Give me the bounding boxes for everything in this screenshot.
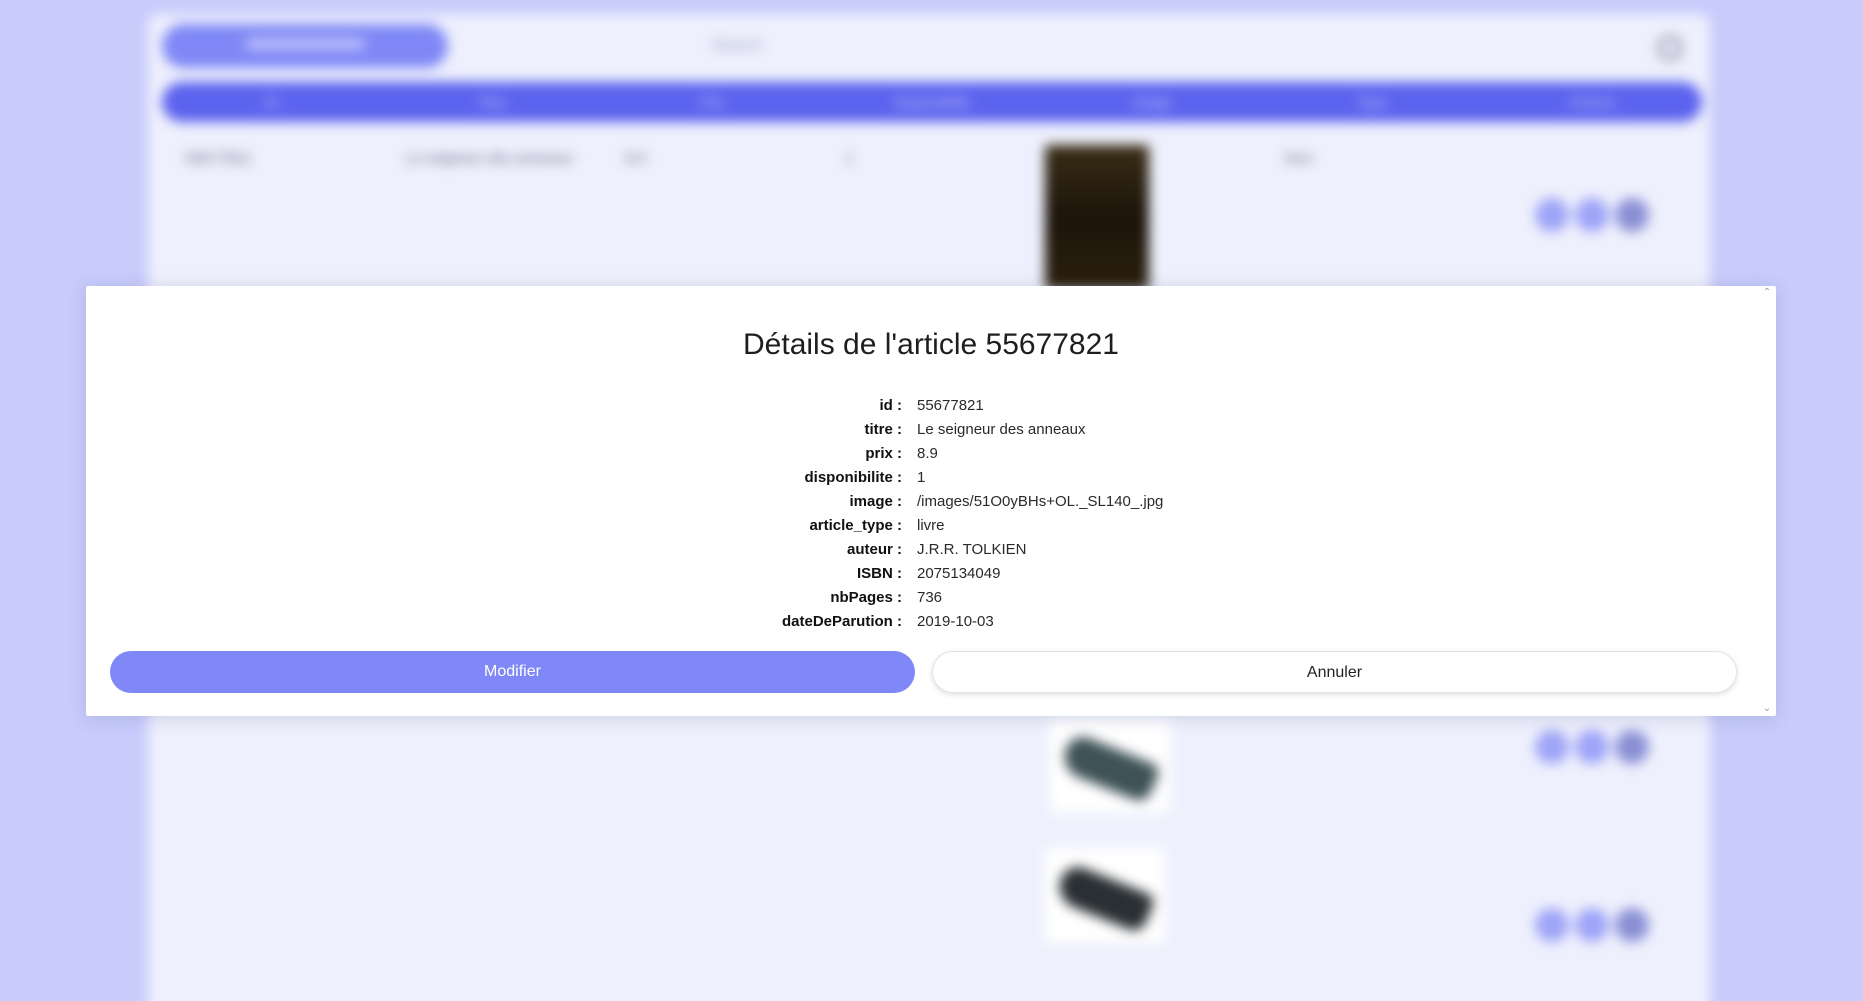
detail-value: 736: [917, 589, 943, 606]
table-header-cell: Image: [1132, 94, 1172, 110]
detail-row: dateDeParution : 2019-10-03: [86, 610, 1776, 634]
table-header-cell: Prix: [699, 94, 725, 110]
detail-key: prix :: [865, 445, 902, 462]
table-cell-prix: 8.9: [625, 150, 646, 167]
detail-key: image :: [849, 493, 902, 510]
detail-value: J.R.R. TOLKIEN: [917, 541, 1027, 558]
table-header-cell: Actions: [1569, 94, 1615, 110]
table-cell-dispo: 1: [845, 150, 854, 167]
table-header-cell: ID: [265, 94, 279, 110]
search-icon[interactable]: [1658, 36, 1682, 60]
edit-icon[interactable]: [1575, 198, 1609, 232]
modifier-button[interactable]: Modifier: [110, 651, 915, 693]
detail-key: titre :: [864, 421, 903, 438]
detail-value: 2075134049: [917, 565, 1001, 582]
detail-value: 2019-10-03: [917, 613, 994, 630]
table-cell-titre: Le seigneur des anneaux: [405, 150, 574, 167]
row-actions: [1535, 730, 1649, 764]
detail-value: 8.9: [917, 445, 938, 462]
delete-icon[interactable]: [1615, 198, 1649, 232]
row-actions: [1535, 198, 1649, 232]
detail-key: disponibilite :: [804, 469, 903, 486]
row-actions: [1535, 908, 1649, 942]
chevron-up-icon[interactable]: ⌃: [1762, 288, 1772, 298]
annuler-button[interactable]: Annuler: [932, 651, 1737, 693]
detail-row: ISBN : 2075134049: [86, 562, 1776, 586]
search-input[interactable]: Search: [680, 24, 1732, 68]
modal-title: Détails de l'article 55677821: [743, 328, 1119, 361]
detail-value: /images/51O0yBHs+OL._SL140_.jpg: [917, 493, 1164, 510]
details-list: id : 55677821 titre : Le seigneur des an…: [86, 394, 1776, 634]
table-header-cell: Type: [1356, 94, 1388, 110]
article-details-modal: ⌃ Détails de l'article 55677821 id : 556…: [86, 286, 1776, 716]
detail-key: auteur :: [846, 541, 902, 558]
detail-value: Le seigneur des anneaux: [917, 421, 1086, 438]
detail-value: 1: [917, 469, 926, 486]
detail-key: id :: [879, 397, 903, 414]
detail-row: nbPages : 736: [86, 586, 1776, 610]
edit-icon[interactable]: [1575, 730, 1609, 764]
delete-icon[interactable]: [1615, 908, 1649, 942]
detail-row: image : /images/51O0yBHs+OL._SL140_.jpg: [86, 490, 1776, 514]
detail-key: nbPages :: [830, 589, 902, 606]
detail-row: article_type : livre: [86, 514, 1776, 538]
table-header: ID Titre Prix Disponibilité Image Type A…: [162, 82, 1702, 122]
table-header-cell: Titre: [478, 94, 506, 110]
chevron-down-icon[interactable]: ⌄: [1762, 704, 1772, 714]
shoe-image: [1045, 848, 1165, 943]
book-cover-image: [1045, 145, 1149, 290]
detail-row: auteur : J.R.R. TOLKIEN: [86, 538, 1776, 562]
view-icon[interactable]: [1535, 908, 1569, 942]
detail-row: titre : Le seigneur des anneaux: [86, 418, 1776, 442]
detail-key: article_type :: [809, 517, 902, 534]
view-icon[interactable]: [1535, 730, 1569, 764]
detail-value: 55677821: [917, 397, 984, 414]
shoe-image: [1050, 718, 1170, 813]
add-article-button-label: [245, 38, 365, 50]
table-cell-id: 55677821: [185, 150, 252, 167]
view-icon[interactable]: [1535, 198, 1569, 232]
edit-icon[interactable]: [1575, 908, 1609, 942]
detail-value: livre: [917, 517, 945, 534]
table-header-cell: Disponibilité: [894, 94, 970, 110]
delete-icon[interactable]: [1615, 730, 1649, 764]
detail-row: prix : 8.9: [86, 442, 1776, 466]
detail-row: disponibilite : 1: [86, 466, 1776, 490]
detail-row: id : 55677821: [86, 394, 1776, 418]
detail-key: dateDeParution :: [781, 613, 902, 630]
detail-key: ISBN :: [857, 565, 902, 582]
table-cell-type: livre: [1285, 150, 1313, 167]
